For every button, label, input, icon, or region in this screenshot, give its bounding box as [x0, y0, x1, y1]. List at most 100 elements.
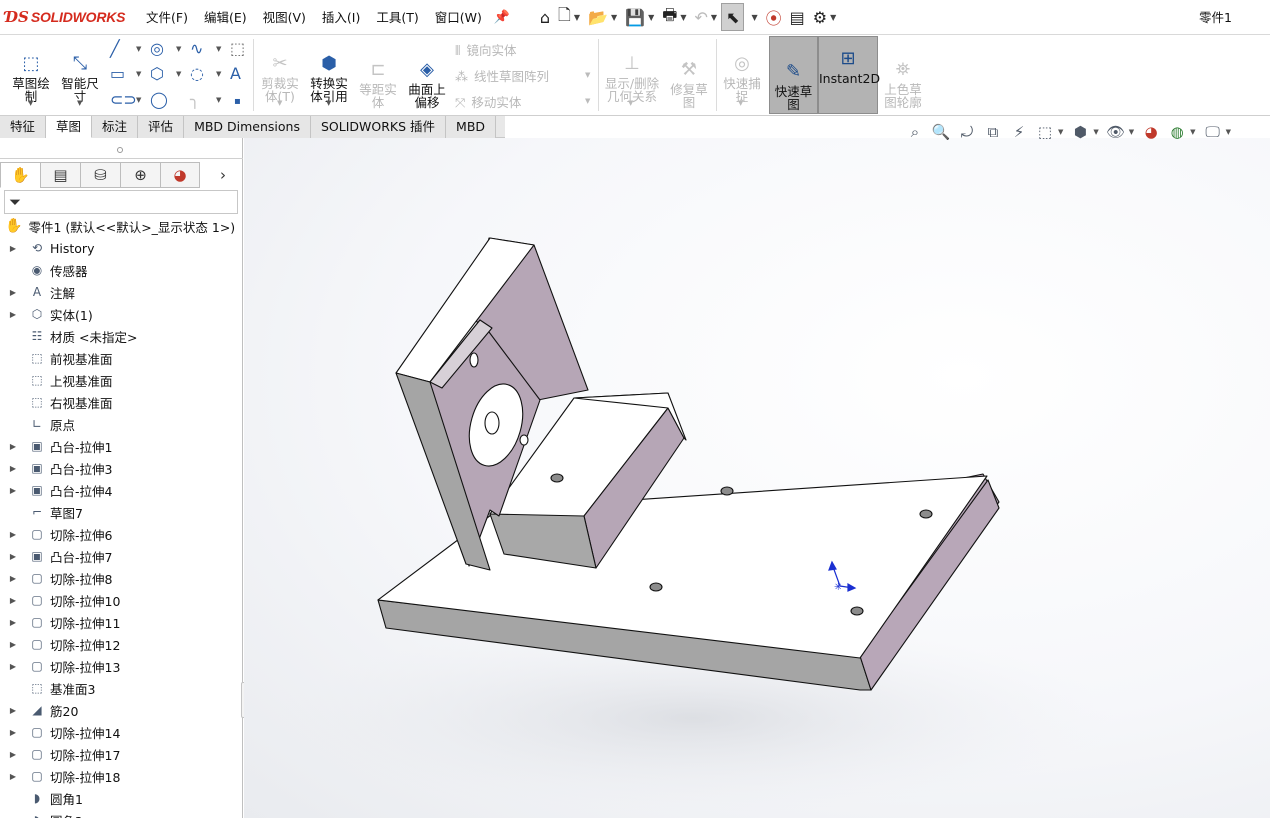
panel-grip[interactable]	[117, 147, 123, 153]
smart-dimension-caret[interactable]: ▼	[77, 99, 82, 107]
line-caret[interactable]: ▼	[136, 45, 141, 53]
open-icon[interactable]: 📂 ▼	[584, 3, 621, 31]
expand-arrow-icon[interactable]: ▶	[0, 552, 26, 561]
configuration-manager-tab-icon[interactable]: ⛁	[80, 162, 120, 188]
tree-item[interactable]: ▶ ▢ 切除-拉伸12	[0, 633, 243, 655]
tree-item[interactable]: ▶ ▢ 切除-拉伸13	[0, 655, 243, 677]
expand-arrow-icon[interactable]: ▶	[0, 750, 26, 759]
3d-part-model[interactable]: ✳	[244, 138, 1270, 818]
sketch-button[interactable]: ⬚ 草图绘 制	[8, 41, 54, 104]
dimxpert-manager-tab-icon[interactable]: ⊕	[120, 162, 160, 188]
tree-item[interactable]: ▶ ⟲ History	[0, 237, 243, 259]
fillet-sketch-caret[interactable]: ▼	[216, 96, 221, 104]
expand-arrow-icon[interactable]: ▶	[0, 662, 26, 671]
tree-item[interactable]: ⬚ 右视基准面	[0, 391, 243, 413]
expand-arrow-icon[interactable]: ▶	[0, 288, 26, 297]
point-small-icon[interactable]: ▪	[234, 93, 241, 111]
menu-edit[interactable]: 编辑(E)	[196, 0, 255, 35]
ellipse-icon[interactable]: ◌	[190, 65, 204, 83]
tree-item[interactable]: ▶ ⬡ 实体(1)	[0, 303, 243, 325]
feature-manager-tab-icon[interactable]: ✋	[0, 162, 40, 188]
rapid-sketch-button[interactable]: ✎ 快速草 图	[769, 36, 818, 114]
tab-sketch[interactable]: 草图	[46, 116, 93, 138]
expand-arrow-icon[interactable]: ▶	[0, 244, 26, 253]
slot-icon[interactable]: ⊂⊃	[110, 91, 137, 109]
tree-item[interactable]: ◗ 圆角1	[0, 787, 243, 809]
circle-caret[interactable]: ▼	[176, 45, 181, 53]
linear-pattern-caret[interactable]: ▼	[585, 71, 590, 79]
tree-item[interactable]: ⌐ 草图7	[0, 501, 243, 523]
tree-item[interactable]: ◗圆角2	[0, 809, 243, 818]
linear-pattern-button[interactable]: ⁂ 线性草图阵列	[455, 66, 549, 85]
tree-item[interactable]: ▶ ▢ 切除-拉伸18	[0, 765, 243, 787]
expand-arrow-icon[interactable]: ▶	[0, 728, 26, 737]
save-icon[interactable]: 💾 ▼	[621, 3, 658, 31]
tree-item[interactable]: ▶ ◢ 筋20	[0, 699, 243, 721]
tree-root-part[interactable]: ✋ 零件1 (默认<<默认>_显示状态 1>)	[0, 215, 243, 237]
graphics-area[interactable]: ✳	[244, 138, 1270, 818]
sketch-dropdown-caret[interactable]: ▼	[28, 99, 33, 107]
offset-on-surface-button[interactable]: ◈ 曲面上 偏移	[404, 47, 450, 110]
new-document-icon[interactable]: 🗋 ▼	[554, 3, 584, 31]
convert-caret[interactable]: ▼	[326, 99, 331, 107]
tree-item[interactable]: ▶ A 注解	[0, 281, 243, 303]
quick-snap-caret[interactable]: ▼	[738, 99, 743, 107]
rectangle-caret[interactable]: ▼	[136, 70, 141, 78]
tree-item[interactable]: ◉ 传感器	[0, 259, 243, 281]
previous-view-icon[interactable]: ⤾	[954, 123, 980, 141]
spline-icon[interactable]: ∿	[190, 40, 203, 58]
panel-tabs-arrow-icon[interactable]: ›	[220, 166, 226, 184]
view-settings-icon[interactable]: 🖵	[1200, 123, 1226, 141]
tree-item[interactable]: ▶ ▢ 切除-拉伸11	[0, 611, 243, 633]
menu-tools[interactable]: 工具(T)	[368, 0, 426, 35]
expand-arrow-icon[interactable]: ▶	[0, 310, 26, 319]
fillet-sketch-icon[interactable]: ╮	[190, 91, 200, 109]
move-entities-button[interactable]: ⤧ 移动实体	[455, 92, 521, 111]
pin-menu-icon[interactable]: 📌	[490, 10, 514, 25]
expand-arrow-icon[interactable]: ▶	[0, 640, 26, 649]
rectangle-icon[interactable]: ▭	[110, 65, 125, 83]
file-properties-icon[interactable]: ▤	[786, 3, 809, 31]
polygon-icon[interactable]: ⬡	[150, 65, 164, 83]
slot-caret[interactable]: ▼	[136, 96, 141, 104]
tab-features[interactable]: 特征	[0, 116, 47, 138]
tree-item[interactable]: ▶ ▢ 切除-拉伸17	[0, 743, 243, 765]
tree-item[interactable]: ▶ ▣ 凸台-拉伸7	[0, 545, 243, 567]
tab-evaluate[interactable]: 评估	[138, 116, 185, 138]
tree-item[interactable]: ▶ ▣ 凸台-拉伸1	[0, 435, 243, 457]
expand-arrow-icon[interactable]: ▶	[0, 574, 26, 583]
tab-mbd[interactable]: MBD	[446, 116, 497, 138]
menu-file[interactable]: 文件(F)	[138, 0, 196, 35]
tree-item[interactable]: ⬚ 前视基准面	[0, 347, 243, 369]
expand-arrow-icon[interactable]: ▶	[0, 772, 26, 781]
circle-icon[interactable]: ◎	[150, 40, 164, 58]
tree-item[interactable]: ∟ 原点	[0, 413, 243, 435]
traffic-light-icon[interactable]: ⦿	[762, 3, 786, 31]
tree-item[interactable]: ▶ ▢ 切除-拉伸8	[0, 567, 243, 589]
display-style-icon[interactable]: ⬢	[1067, 123, 1093, 141]
trim-caret[interactable]: ▼	[277, 99, 282, 107]
select-arrow-icon[interactable]: ⬉	[721, 3, 745, 31]
tab-mbd-dimensions[interactable]: MBD Dimensions	[184, 116, 311, 138]
relations-caret[interactable]: ▼	[628, 99, 633, 107]
hide-show-caret[interactable]: ▼	[1129, 128, 1134, 136]
display-relations-button[interactable]: ⊥ 显示/删除 几何关系	[601, 41, 663, 104]
quick-snaps-button[interactable]: ◎ 快速捕 捉	[719, 41, 765, 104]
polygon-caret[interactable]: ▼	[176, 70, 181, 78]
print-icon[interactable]: 🖶 ▼	[658, 3, 690, 31]
text-icon[interactable]: A	[230, 65, 241, 83]
undo-icon[interactable]: ↶ ▼	[691, 3, 722, 31]
expand-arrow-icon[interactable]: ▶	[0, 486, 26, 495]
expand-arrow-icon[interactable]: ▶	[0, 596, 26, 605]
mirror-entities-button[interactable]: ⫴ 镜向实体	[455, 40, 516, 59]
tab-markup[interactable]: 标注	[92, 116, 139, 138]
solidworks-logo[interactable]: ƊS SOLIDWORKS	[5, 8, 138, 26]
view-orientation-icon[interactable]: ⬚	[1032, 123, 1058, 141]
convert-entities-button[interactable]: ⬢ 转换实 体引用	[305, 41, 353, 104]
shaded-sketch-contours-button[interactable]: ⛯ 上色草 图轮廓	[880, 47, 926, 110]
move-caret[interactable]: ▼	[585, 97, 590, 105]
view-orientation-caret[interactable]: ▼	[1058, 128, 1063, 136]
menu-insert[interactable]: 插入(I)	[314, 0, 368, 35]
property-manager-tab-icon[interactable]: ▤	[40, 162, 80, 188]
point-icon[interactable]: ◯	[150, 91, 168, 109]
